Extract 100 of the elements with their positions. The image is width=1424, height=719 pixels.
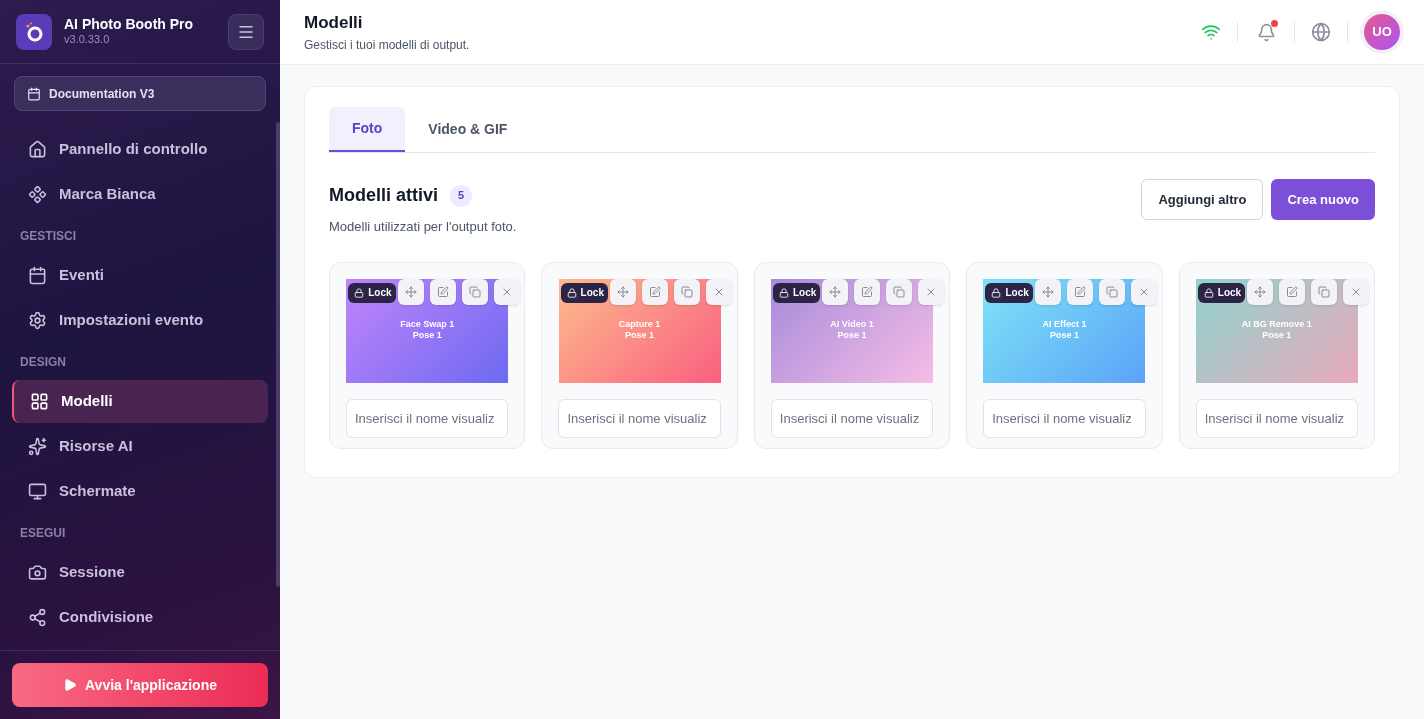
move-icon (829, 285, 842, 298)
edit-button[interactable] (1279, 278, 1306, 305)
lock-icon (1203, 287, 1214, 298)
lock-badge[interactable]: Lock (348, 282, 396, 303)
launch-button[interactable]: Avvia l'applicazione (12, 663, 268, 707)
preview-caption: Capture 1 (618, 318, 661, 330)
close-button[interactable] (493, 278, 520, 305)
tab[interactable]: Video & GIF (405, 107, 531, 152)
share-icon (28, 608, 47, 627)
edit-icon (648, 285, 661, 298)
app-version: v3.0.33.0 (64, 33, 111, 48)
preview-caption: AI Video 1 (830, 318, 874, 330)
preview-caption: AI BG Remove 1 (1241, 318, 1312, 330)
section-heading: GESTISCI (19, 228, 77, 245)
section-heading: DESIGN (19, 354, 67, 371)
move-button[interactable] (609, 278, 636, 305)
sidebar-item[interactable]: Risorse AI (12, 425, 268, 468)
copy-icon (680, 285, 693, 298)
create-new-button[interactable]: Crea nuovo (1271, 179, 1375, 220)
tab[interactable]: Foto (329, 107, 406, 152)
sparkles-icon (28, 437, 47, 456)
sidebar-item[interactable]: Pannello di controllo (12, 128, 268, 171)
lock-badge[interactable]: Lock (1197, 282, 1246, 303)
move-button[interactable] (1247, 278, 1274, 305)
page-subtitle: Gestisci i tuoi modelli di output. (304, 36, 471, 54)
copy-button[interactable] (673, 278, 700, 305)
move-icon (404, 285, 417, 298)
name-input[interactable]: Inserisci il nome visualiz (1195, 398, 1359, 438)
move-icon (1254, 285, 1267, 298)
close-button[interactable] (1130, 278, 1157, 305)
edit-button[interactable] (429, 278, 456, 305)
move-button[interactable] (1034, 278, 1061, 305)
sidebar-item[interactable]: Marca Bianca (12, 173, 268, 216)
preview-caption: AI Effect 1 (1042, 318, 1087, 330)
copy-button[interactable] (1098, 278, 1125, 305)
move-button[interactable] (397, 278, 424, 305)
language-icon[interactable] (1311, 22, 1331, 42)
app-logo-icon (16, 13, 52, 50)
sidebar-item[interactable]: Sessione (12, 551, 268, 594)
edit-icon (1073, 285, 1086, 298)
edit-icon (436, 285, 449, 298)
name-input[interactable]: Inserisci il nome visualiz (770, 398, 934, 438)
house-icon (28, 140, 47, 159)
preview-caption: Pose 1 (625, 329, 655, 341)
wifi-icon[interactable] (1201, 22, 1221, 42)
lock-badge[interactable]: Lock (985, 282, 1033, 303)
add-more-button[interactable]: Aggiungi altro (1141, 179, 1264, 220)
copy-icon (893, 285, 906, 298)
lock-badge[interactable]: Lock (773, 282, 821, 303)
sidebar-item[interactable]: Modelli (12, 380, 268, 423)
copy-button[interactable] (1311, 278, 1338, 305)
count-badge: 5 (450, 184, 472, 207)
lock-badge[interactable]: Lock (560, 282, 608, 303)
move-icon (1041, 285, 1054, 298)
settings-icon (28, 311, 47, 330)
camera-icon (28, 563, 47, 582)
monitor-icon (28, 482, 47, 501)
copy-icon (1318, 285, 1331, 298)
lock-icon (566, 287, 577, 298)
close-button[interactable] (1343, 278, 1370, 305)
edit-icon (1286, 285, 1299, 298)
menu-button[interactable] (228, 13, 264, 50)
edit-icon (861, 285, 874, 298)
preview-caption: Pose 1 (1262, 329, 1292, 341)
move-icon (616, 285, 629, 298)
sidebar-item[interactable]: Schermate (12, 470, 268, 513)
name-input[interactable]: Inserisci il nome visualiz (558, 398, 721, 438)
copy-button[interactable] (461, 278, 488, 305)
play-icon (63, 678, 77, 692)
name-input[interactable]: Inserisci il nome visualiz (983, 398, 1146, 438)
section-heading: ESEGUI (19, 525, 67, 542)
section-description: Modelli utilizzati per l'output foto. (329, 218, 517, 236)
preview-caption: Pose 1 (837, 329, 867, 341)
edit-button[interactable] (641, 278, 668, 305)
edit-button[interactable] (854, 278, 881, 305)
preview-caption: Face Swap 1 (400, 318, 455, 330)
lock-icon (354, 287, 365, 298)
sidebar-item[interactable]: Impostazioni evento (12, 299, 268, 342)
lock-icon (779, 287, 789, 298)
move-button[interactable] (822, 278, 849, 305)
page-title: Modelli (304, 12, 364, 35)
event-selector[interactable]: Documentation V3 (14, 76, 266, 111)
preview-caption: Pose 1 (412, 329, 442, 341)
lock-icon (991, 287, 1002, 298)
edit-button[interactable] (1066, 278, 1093, 305)
close-button[interactable] (918, 278, 945, 305)
user-avatar[interactable]: UO (1364, 14, 1400, 50)
app-name: AI Photo Booth Pro (64, 15, 195, 34)
diamonds-icon (28, 185, 47, 204)
close-button[interactable] (705, 278, 732, 305)
section-title: Modelli attivi (329, 184, 438, 207)
copy-icon (1105, 285, 1118, 298)
name-input[interactable]: Inserisci il nome visualiz (346, 398, 509, 438)
sidebar-item[interactable]: Eventi (12, 254, 268, 297)
calendar-icon (28, 266, 47, 285)
copy-button[interactable] (886, 278, 913, 305)
sidebar-item[interactable]: Condivisione (12, 596, 268, 639)
preview-caption: Pose 1 (1049, 329, 1079, 341)
copy-icon (468, 285, 481, 298)
calendar-icon (27, 86, 41, 101)
